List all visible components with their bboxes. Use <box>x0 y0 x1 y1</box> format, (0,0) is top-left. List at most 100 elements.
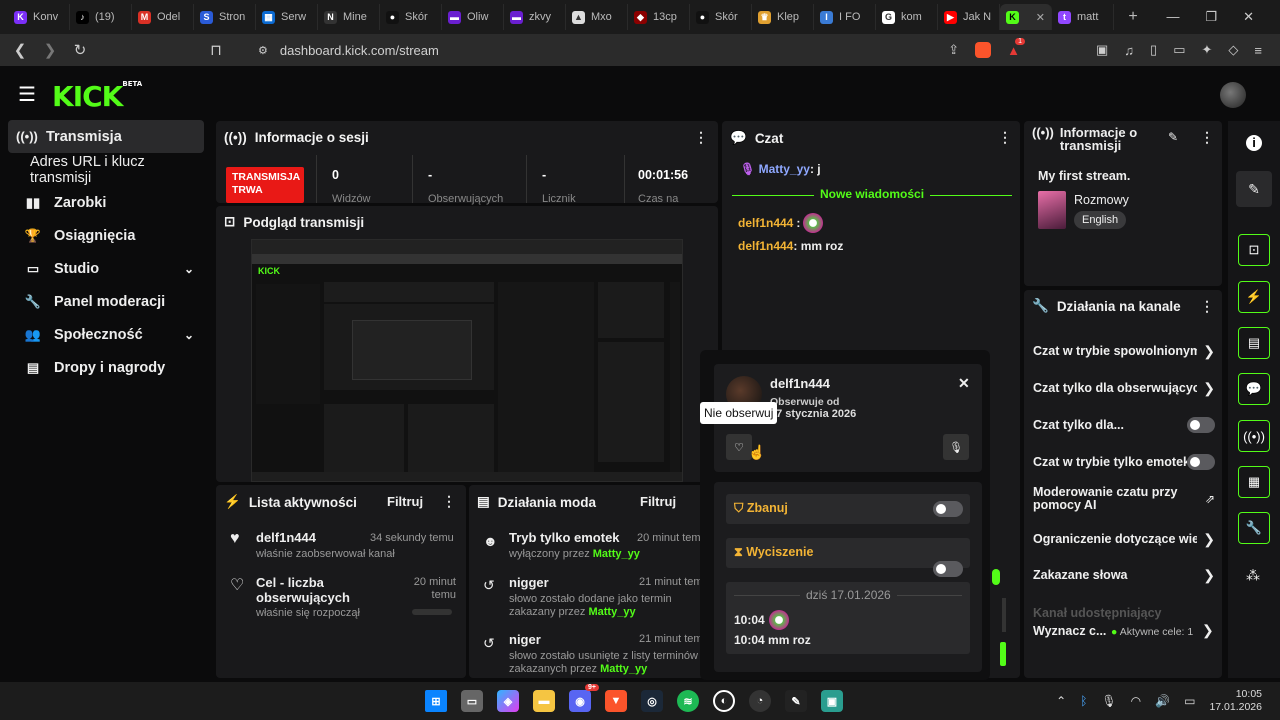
kick-logo[interactable]: KICKBETA <box>52 80 142 113</box>
copilot-icon[interactable]: ◈ <box>497 690 519 712</box>
channel-action-row[interactable]: Ograniczenie dotyczące wieku ❯ <box>1033 526 1215 552</box>
microphone-icon[interactable]: 🎙 <box>1101 694 1116 708</box>
sidebar-item[interactable]: ((•)) Transmisja <box>8 120 204 153</box>
browser-tab[interactable]: ▦ Serw <box>256 4 318 30</box>
sidebar-item[interactable]: ▤ Dropy i nagrody <box>8 351 204 384</box>
restore-icon[interactable]: ❐ <box>1205 9 1217 25</box>
user-card-name[interactable]: delf1n444 <box>770 376 830 391</box>
tray-chevron-icon[interactable]: ⌃ <box>1056 694 1066 708</box>
minimize-icon[interactable]: — <box>1166 9 1179 25</box>
close-tab-icon[interactable]: ✕ <box>1036 11 1045 24</box>
browser-tab[interactable]: Gkom <box>876 4 938 30</box>
browser-tab[interactable]: N Mine <box>318 4 380 30</box>
external-link-icon[interactable]: ⇗ <box>1205 492 1215 506</box>
chevron-right-icon[interactable]: ❯ <box>1203 343 1215 360</box>
browser-tab[interactable]: ◆ 13cp <box>628 4 690 30</box>
chat-more-icon[interactable]: ⋮ <box>998 129 1012 146</box>
edit-layout-icon[interactable]: ✎ <box>1236 171 1272 207</box>
discord-icon[interactable]: ◉ 9+ <box>569 684 599 712</box>
channel-toggle[interactable] <box>1186 417 1215 433</box>
browser-tab[interactable]: ● Skór <box>690 4 752 30</box>
channel-action-row[interactable]: Czat tylko dla... <box>1033 412 1215 438</box>
chat-username[interactable]: delf1n444 <box>738 216 793 230</box>
modaction-by[interactable]: Matty_yy <box>588 606 635 618</box>
preview-video[interactable]: KICK <box>251 239 683 482</box>
channel-action-row[interactable]: Czat w trybie tylko emotek <box>1033 449 1215 475</box>
app-icon[interactable]: ▣ <box>821 690 843 712</box>
obs-alt-icon[interactable]: ◔ <box>749 690 771 712</box>
session-more-icon[interactable]: ⋮ <box>694 129 708 146</box>
channel-action-row[interactable]: Moderowanie czatu przy pomocy AI ⇗ <box>1033 486 1215 512</box>
hamburger-menu-icon[interactable]: ☰ <box>18 82 36 107</box>
vpn-icon[interactable]: ◇ <box>1228 42 1238 58</box>
more-widgets-icon[interactable]: ⁂ <box>1246 567 1260 584</box>
channel-action-row[interactable]: Zakazane słowa ❯ <box>1033 562 1215 588</box>
chevron-right-icon[interactable]: ❯ <box>1203 567 1215 584</box>
rewards-icon[interactable]: ▲ 1 <box>1007 37 1025 58</box>
browser-tab[interactable]: ♪ (19) <box>70 4 132 30</box>
sidebar-item[interactable]: Adres URL i klucz transmisji <box>8 153 204 186</box>
close-icon[interactable]: ✕ <box>958 375 970 392</box>
modaction-by[interactable]: Matty_yy <box>593 548 640 560</box>
browser-tab[interactable]: I I FO <box>814 4 876 30</box>
cast-icon[interactable]: ▣ <box>1096 42 1108 58</box>
chevron-down-icon[interactable]: ⌄ <box>184 328 194 342</box>
reload-icon[interactable]: ↻ <box>72 41 88 59</box>
category-thumbnail[interactable] <box>1038 191 1066 229</box>
preview-toggle-icon[interactable]: ⊡ <box>1238 234 1270 266</box>
pen-app-icon[interactable]: ✎ <box>785 690 807 712</box>
chat-username[interactable]: Matty_yy <box>759 162 810 176</box>
browser-tab[interactable]: ♛ Klep <box>752 4 814 30</box>
streaminfo-toggle-icon[interactable]: ▦ <box>1238 466 1270 498</box>
chat-username[interactable]: delf1n444 <box>738 239 793 253</box>
browser-tab[interactable]: K ✕ <box>1000 4 1052 30</box>
browser-tab[interactable]: ▬ Oliw <box>442 4 504 30</box>
clock[interactable]: 10:05 17.01.2026 <box>1209 688 1262 714</box>
forward-icon[interactable]: ❯ <box>42 41 58 59</box>
channel-action-row[interactable]: Czat w trybie spowolnionym ❯ <box>1033 338 1215 364</box>
activity-more-icon[interactable]: ⋮ <box>442 493 456 510</box>
brave-shield-icon[interactable] <box>975 42 992 58</box>
sidebar-item[interactable]: 👥 Społeczność ⌄ <box>8 318 204 351</box>
browser-tab[interactable]: ▬ zkvy <box>504 4 566 30</box>
edit-pencil-icon[interactable]: ✎ <box>1168 130 1178 144</box>
channel-action-row[interactable]: Czat tylko dla obserwujących ❯ <box>1033 375 1215 401</box>
bluetooth-icon[interactable]: ᛒ <box>1080 694 1087 708</box>
streaminfo-more-icon[interactable]: ⋮ <box>1200 129 1214 146</box>
volume-icon[interactable]: 🔊 <box>1155 694 1170 708</box>
broadcast-toggle-icon[interactable]: ((•)) <box>1238 420 1270 452</box>
back-icon[interactable]: ❮ <box>12 41 28 59</box>
sidebar-icon[interactable]: ▯ <box>1150 42 1157 58</box>
category-name[interactable]: Rozmowy <box>1074 193 1129 207</box>
windows-start-icon[interactable]: ⊞ <box>425 690 447 712</box>
chevron-down-icon[interactable]: ⌄ <box>184 262 194 276</box>
sidebar-item[interactable]: 🏆 Osiągnięcia <box>8 219 204 252</box>
browser-tab[interactable]: ● Skór <box>380 4 442 30</box>
close-window-icon[interactable]: ✕ <box>1243 9 1254 25</box>
ban-toggle[interactable] <box>933 501 963 517</box>
goal-chevron-icon[interactable]: ❯ <box>1202 622 1214 639</box>
timeout-toggle[interactable] <box>933 561 963 577</box>
browser-tab[interactable]: ▶ Jak N <box>938 4 1000 30</box>
channel-action-row[interactable]: Kanał udostępniający <box>1033 600 1215 626</box>
browser-tab[interactable]: t matt <box>1052 4 1114 30</box>
music-icon[interactable]: ♫ <box>1124 43 1134 58</box>
steam-icon[interactable]: ◎ <box>641 690 663 712</box>
spotify-icon[interactable]: ≋ <box>677 690 699 712</box>
info-circle-icon[interactable]: i <box>1246 135 1262 151</box>
menu-icon[interactable]: ≡ <box>1254 43 1262 58</box>
modactions-toggle-icon[interactable]: ▤ <box>1238 327 1270 359</box>
browser-tab[interactable]: M Odel <box>132 4 194 30</box>
bookmark-icon[interactable]: ⊓ <box>208 41 224 59</box>
activity-toggle-icon[interactable]: ⚡ <box>1238 281 1270 313</box>
wifi-icon[interactable]: ◠ <box>1131 694 1141 708</box>
activity-filter-button[interactable]: Filtruj <box>387 494 423 509</box>
sidebar-item[interactable]: 🔧 Panel moderacji <box>8 285 204 318</box>
modaction-by[interactable]: Matty_yy <box>600 663 647 675</box>
address-bar[interactable]: ⚙ dashboard.kick.com/stream <box>258 43 439 58</box>
sidebar-item[interactable]: ▮▮ Zarobki <box>8 186 204 219</box>
browser-tab[interactable]: ▲ Mxo <box>566 4 628 30</box>
sidebar-item[interactable]: ▭ Studio ⌄ <box>8 252 204 285</box>
channel-actions-more-icon[interactable]: ⋮ <box>1200 298 1214 315</box>
battery-icon[interactable]: ▭ <box>1184 694 1195 708</box>
